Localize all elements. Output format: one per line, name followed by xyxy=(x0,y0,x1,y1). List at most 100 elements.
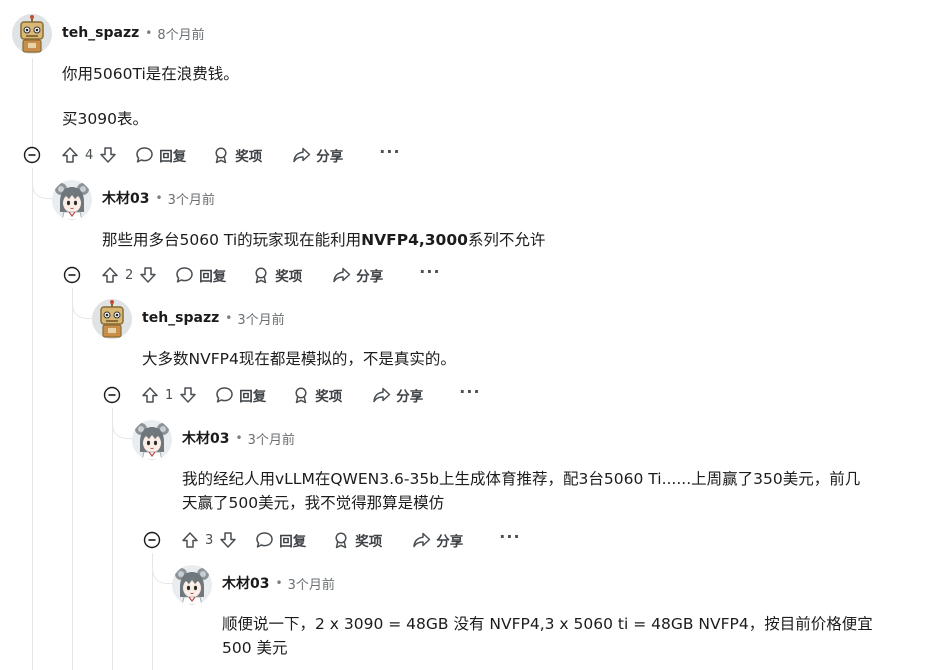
thread-connector xyxy=(112,408,133,439)
collapse-button[interactable] xyxy=(143,531,161,549)
comment-meta: 木材03 • 3个月前 xyxy=(102,188,215,208)
comment-text-bold: NVFP4,3000 xyxy=(361,231,468,249)
comment-line: 我的经纪人用vLLM在QWEN3.6-35b上生成体育推荐，配3台5060 Ti… xyxy=(182,470,861,488)
vote-group: 4 xyxy=(59,144,119,166)
vote-score: 3 xyxy=(205,532,214,548)
author-name[interactable]: teh_spazz xyxy=(62,25,139,41)
downvote-button[interactable] xyxy=(217,529,239,551)
award-label: 奖项 xyxy=(235,149,263,165)
downvote-icon xyxy=(180,387,197,403)
thread-line xyxy=(32,168,33,670)
award-button[interactable]: 奖项 xyxy=(332,530,382,550)
award-icon xyxy=(212,146,230,164)
timestamp[interactable]: 3个月前 xyxy=(248,429,295,448)
upvote-icon xyxy=(142,387,158,403)
upvote-button[interactable] xyxy=(59,144,81,166)
more-options-button[interactable]: ··· xyxy=(419,264,440,286)
collapse-button[interactable] xyxy=(63,266,81,284)
collapse-button[interactable] xyxy=(103,386,121,404)
timestamp[interactable]: 3个月前 xyxy=(288,574,335,593)
comment-body: 你用5060Ti是在浪费钱。 xyxy=(62,65,239,83)
robot-avatar[interactable] xyxy=(92,299,132,339)
comment-meta: teh_spazz • 3个月前 xyxy=(142,308,285,328)
vote-score: 1 xyxy=(165,387,174,403)
share-button[interactable]: 分享 xyxy=(412,530,463,550)
meta-separator: • xyxy=(235,431,243,445)
comment-actions: 1 回复 奖项 分享 ··· xyxy=(103,383,481,407)
timestamp[interactable]: 3个月前 xyxy=(168,189,215,208)
share-label: 分享 xyxy=(316,149,344,165)
anime-girl-avatar[interactable] xyxy=(132,420,172,460)
share-icon xyxy=(372,386,391,404)
comment-body: 买3090表。 xyxy=(62,110,148,128)
award-button[interactable]: 奖项 xyxy=(212,145,262,165)
award-icon xyxy=(292,386,310,404)
upvote-icon xyxy=(102,267,118,283)
award-button[interactable]: 奖项 xyxy=(252,265,302,285)
award-icon xyxy=(252,266,270,284)
reply-button[interactable]: 回复 xyxy=(255,530,306,550)
downvote-icon xyxy=(220,532,237,548)
award-button[interactable]: 奖项 xyxy=(292,385,342,405)
share-icon xyxy=(412,531,431,549)
comment-bubble-icon xyxy=(175,266,194,284)
more-options-button[interactable]: ··· xyxy=(379,144,400,166)
anime-girl-avatar[interactable] xyxy=(172,565,212,605)
reply-button[interactable]: 回复 xyxy=(135,145,186,165)
share-button[interactable]: 分享 xyxy=(372,385,423,405)
downvote-button[interactable] xyxy=(177,384,199,406)
author-name[interactable]: teh_spazz xyxy=(142,310,219,326)
robot-avatar[interactable] xyxy=(12,14,52,54)
upvote-button[interactable] xyxy=(139,384,161,406)
award-icon xyxy=(332,531,350,549)
share-label: 分享 xyxy=(436,534,464,550)
collapse-icon xyxy=(143,531,161,549)
meta-separator: • xyxy=(275,576,283,590)
comment-text: 系列不允许 xyxy=(467,231,546,249)
share-icon xyxy=(292,146,311,164)
downvote-icon xyxy=(140,267,157,283)
thread-line xyxy=(32,58,33,148)
comment-text: 那些用多台5060 Ti的玩家现在能利用 xyxy=(102,231,362,249)
timestamp[interactable]: 8个月前 xyxy=(157,24,204,43)
timestamp[interactable]: 3个月前 xyxy=(237,309,284,328)
comment-line: 顺便说一下，2 x 3090 = 48GB 没有 NVFP4,3 x 5060 … xyxy=(222,615,873,633)
author-name[interactable]: 木材03 xyxy=(222,573,269,593)
comment-actions: 4 回复 奖项 分享 ··· xyxy=(23,143,401,167)
share-button[interactable]: 分享 xyxy=(292,145,343,165)
vote-group: 1 xyxy=(139,384,199,406)
reply-label: 回复 xyxy=(199,269,227,285)
share-icon xyxy=(332,266,351,284)
more-options-button[interactable]: ··· xyxy=(499,529,520,551)
collapse-button[interactable] xyxy=(23,146,41,164)
upvote-button[interactable] xyxy=(99,264,121,286)
comment-bubble-icon xyxy=(215,386,234,404)
author-name[interactable]: 木材03 xyxy=(182,428,229,448)
share-label: 分享 xyxy=(356,269,384,285)
reply-button[interactable]: 回复 xyxy=(175,265,226,285)
reply-label: 回复 xyxy=(279,534,307,550)
comment-body: 我的经纪人用vLLM在QWEN3.6-35b上生成体育推荐，配3台5060 Ti… xyxy=(182,467,860,515)
reply-label: 回复 xyxy=(159,149,187,165)
comment-bubble-icon xyxy=(135,146,154,164)
upvote-button[interactable] xyxy=(179,529,201,551)
thread-connector xyxy=(32,168,53,199)
downvote-button[interactable] xyxy=(97,144,119,166)
comment-bubble-icon xyxy=(255,531,274,549)
thread-line xyxy=(112,408,113,670)
meta-separator: • xyxy=(155,191,163,205)
share-button[interactable]: 分享 xyxy=(332,265,383,285)
downvote-button[interactable] xyxy=(137,264,159,286)
award-label: 奖项 xyxy=(275,269,303,285)
anime-girl-avatar[interactable] xyxy=(52,180,92,220)
award-label: 奖项 xyxy=(315,389,343,405)
vote-score: 2 xyxy=(125,267,134,283)
comment-body: 那些用多台5060 Ti的玩家现在能利用NVFP4,3000系列不允许 xyxy=(102,228,545,252)
share-label: 分享 xyxy=(396,389,424,405)
more-options-button[interactable]: ··· xyxy=(459,384,480,406)
upvote-icon xyxy=(182,532,198,548)
reply-label: 回复 xyxy=(239,389,267,405)
author-name[interactable]: 木材03 xyxy=(102,188,149,208)
reply-button[interactable]: 回复 xyxy=(215,385,266,405)
collapse-icon xyxy=(63,266,81,284)
